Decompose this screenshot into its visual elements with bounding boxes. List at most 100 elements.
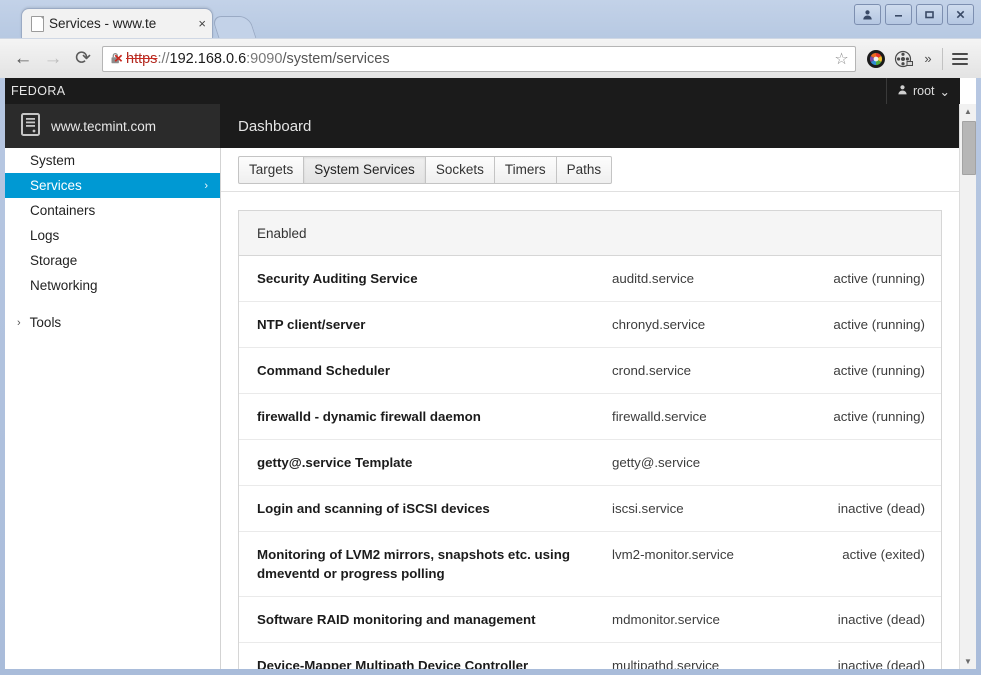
- table-row[interactable]: Monitoring of LVM2 mirrors, snapshots et…: [239, 532, 941, 597]
- service-name: Monitoring of LVM2 mirrors, snapshots et…: [257, 545, 612, 583]
- extension-icon-colorwheel[interactable]: [862, 45, 890, 73]
- tab-title: Services - www.te: [49, 16, 196, 31]
- url-scheme: https: [126, 51, 157, 67]
- main-content: Targets System Services Sockets Timers P…: [221, 148, 960, 669]
- browser-window: Services - www.te × ← → ⟳: [0, 0, 981, 675]
- browser-toolbar: ← → ⟳ https://192.168.0.6:9090/system/se…: [0, 38, 981, 78]
- document-icon: [31, 16, 44, 31]
- service-state: inactive (dead): [812, 656, 925, 669]
- sidebar-item-label: Networking: [30, 278, 98, 293]
- url-port: :9090: [246, 51, 282, 67]
- table-row[interactable]: Device-Mapper Multipath Device Controlle…: [239, 643, 941, 669]
- service-name: NTP client/server: [257, 315, 612, 334]
- extension-icon-filmreel[interactable]: [890, 45, 918, 73]
- service-state: active (running): [812, 269, 925, 288]
- service-state: inactive (dead): [812, 499, 925, 518]
- url-separator: ://: [157, 51, 169, 67]
- chevron-right-icon: ›: [17, 317, 21, 329]
- service-state: active (running): [812, 315, 925, 334]
- close-button[interactable]: [947, 4, 974, 25]
- sidebar-item-containers[interactable]: Containers: [5, 198, 220, 223]
- tab-close-icon[interactable]: ×: [198, 17, 206, 30]
- sidebar-group-tools[interactable]: › Tools: [5, 310, 220, 335]
- reload-icon[interactable]: ⟳: [68, 44, 98, 74]
- service-unit: iscsi.service: [612, 499, 812, 518]
- panel-wrapper: Enabled Security Auditing Service auditd…: [221, 192, 960, 669]
- sidebar-item-networking[interactable]: Networking: [5, 273, 220, 298]
- service-state: active (exited): [812, 545, 925, 564]
- host-name-label: www.tecmint.com: [51, 119, 156, 134]
- page-title: Dashboard: [238, 118, 311, 135]
- tab-sockets[interactable]: Sockets: [426, 156, 495, 184]
- browser-menu-icon[interactable]: [947, 46, 973, 72]
- service-name: Device-Mapper Multipath Device Controlle…: [257, 656, 612, 669]
- table-row[interactable]: NTP client/server chronyd.service active…: [239, 302, 941, 348]
- sidebar: System Services › Containers Logs Storag…: [5, 148, 221, 669]
- toolbar-overflow-icon[interactable]: »: [918, 51, 938, 66]
- service-unit: multipathd.service: [612, 656, 812, 669]
- page-viewport: FEDORA root ⌄ www.tecmint.com: [5, 78, 976, 669]
- tab-system-services[interactable]: System Services: [304, 156, 426, 184]
- scroll-down-icon[interactable]: ▼: [960, 654, 976, 669]
- tab-strip: Services - www.te ×: [0, 0, 981, 38]
- toolbar-divider: [942, 48, 943, 70]
- service-unit: crond.service: [612, 361, 812, 380]
- table-row[interactable]: firewalld - dynamic firewall daemon fire…: [239, 394, 941, 440]
- user-account-button[interactable]: [854, 4, 881, 25]
- service-unit: lvm2-monitor.service: [612, 545, 812, 564]
- panel-heading: Enabled: [239, 211, 941, 256]
- service-unit: mdmonitor.service: [612, 610, 812, 629]
- table-row[interactable]: Software RAID monitoring and management …: [239, 597, 941, 643]
- sidebar-item-label: Storage: [30, 253, 77, 268]
- bookmark-star-icon[interactable]: ☆: [832, 49, 851, 68]
- table-row[interactable]: Security Auditing Service auditd.service…: [239, 256, 941, 302]
- page-scrollbar[interactable]: ▲ ▼: [959, 104, 976, 669]
- maximize-button[interactable]: [916, 4, 943, 25]
- back-icon[interactable]: ←: [8, 44, 38, 74]
- table-row[interactable]: getty@.service Template getty@.service: [239, 440, 941, 486]
- service-name: firewalld - dynamic firewall daemon: [257, 407, 612, 426]
- sidebar-item-label: System: [30, 153, 75, 168]
- url-host: 192.168.0.6: [170, 51, 247, 67]
- chevron-down-icon: ⌄: [940, 84, 950, 99]
- service-name: Login and scanning of iSCSI devices: [257, 499, 612, 518]
- forward-icon[interactable]: →: [38, 44, 68, 74]
- tab-paths[interactable]: Paths: [557, 156, 613, 184]
- window-controls: [854, 4, 974, 25]
- tab-timers[interactable]: Timers: [495, 156, 557, 184]
- cockpit-topbar: FEDORA root ⌄: [5, 78, 960, 104]
- sidebar-item-logs[interactable]: Logs: [5, 223, 220, 248]
- browser-tab-services[interactable]: Services - www.te ×: [21, 8, 213, 38]
- service-name: getty@.service Template: [257, 453, 612, 472]
- sidebar-item-storage[interactable]: Storage: [5, 248, 220, 273]
- service-state: inactive (dead): [812, 610, 925, 629]
- url-text: https://192.168.0.6:9090/system/services: [126, 51, 832, 67]
- service-unit: firewalld.service: [612, 407, 812, 426]
- service-name: Software RAID monitoring and management: [257, 610, 612, 629]
- table-row[interactable]: Login and scanning of iSCSI devices iscs…: [239, 486, 941, 532]
- browser-chrome: Services - www.te × ← → ⟳: [0, 0, 981, 78]
- service-unit: chronyd.service: [612, 315, 812, 334]
- tab-targets[interactable]: Targets: [238, 156, 304, 184]
- insecure-lock-icon: [109, 51, 124, 66]
- service-state: active (running): [812, 361, 925, 380]
- host-identity[interactable]: www.tecmint.com: [5, 104, 220, 148]
- service-unit: auditd.service: [612, 269, 812, 288]
- sidebar-item-label: Services: [30, 178, 82, 193]
- user-menu[interactable]: root ⌄: [886, 78, 960, 104]
- table-row[interactable]: Command Scheduler crond.service active (…: [239, 348, 941, 394]
- scroll-up-icon[interactable]: ▲: [960, 104, 976, 119]
- sidebar-item-services[interactable]: Services ›: [5, 173, 220, 198]
- service-tabs: Targets System Services Sockets Timers P…: [221, 148, 960, 192]
- service-state: active (running): [812, 407, 925, 426]
- page-title-bar: Dashboard: [220, 104, 960, 148]
- minimize-button[interactable]: [885, 4, 912, 25]
- chevron-right-icon: ›: [204, 180, 208, 192]
- sidebar-item-system[interactable]: System: [5, 148, 220, 173]
- service-name: Command Scheduler: [257, 361, 612, 380]
- new-tab-button[interactable]: [211, 16, 256, 39]
- server-icon: [21, 113, 40, 139]
- scrollbar-thumb[interactable]: [962, 121, 976, 175]
- sidebar-item-label: Logs: [30, 228, 59, 243]
- address-bar[interactable]: https://192.168.0.6:9090/system/services…: [102, 46, 856, 72]
